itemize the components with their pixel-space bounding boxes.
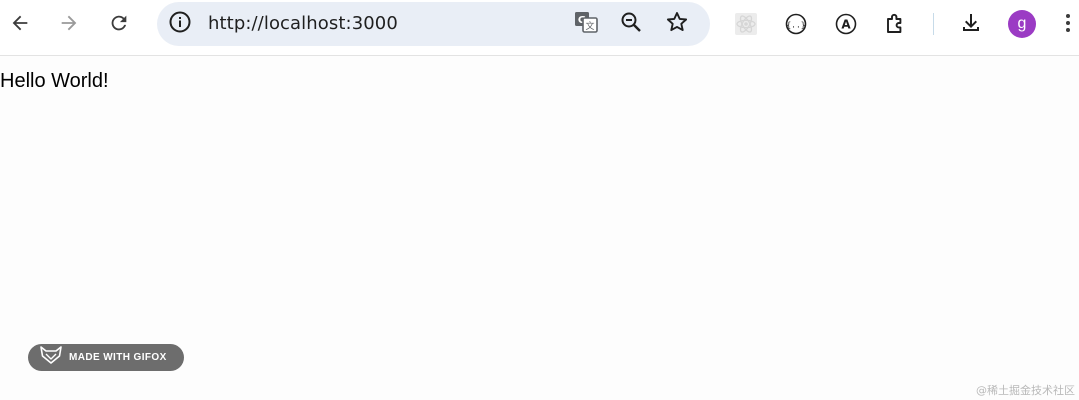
browser-toolbar: http://localhost:3000 G 文 {..} A g	[0, 0, 1079, 56]
reload-icon	[108, 12, 130, 34]
arrow-right-icon	[58, 12, 80, 34]
svg-text:{..}: {..}	[786, 21, 805, 30]
browser-window: http://localhost:3000 G 文 {..} A g Hello…	[0, 0, 1079, 400]
watermark-text: @稀土掘金技术社区	[976, 384, 1075, 397]
site-info-button[interactable]	[167, 11, 193, 37]
toolbar-divider	[933, 13, 934, 35]
downloads-button[interactable]	[953, 5, 989, 41]
forward-button[interactable]	[51, 5, 87, 41]
address-bar[interactable]: http://localhost:3000 G 文	[157, 2, 710, 46]
download-icon	[959, 11, 983, 35]
info-icon	[168, 10, 192, 39]
fox-logo-icon	[40, 346, 62, 369]
translate-button[interactable]: G 文	[572, 10, 600, 38]
star-icon	[665, 10, 689, 39]
bookmark-button[interactable]	[663, 10, 691, 38]
profile-avatar[interactable]: g	[1008, 10, 1036, 38]
gifox-badge: MADE WITH GIFOX	[28, 344, 184, 371]
page-body-text: Hello World!	[0, 70, 109, 92]
font-extension-icon: A	[834, 12, 858, 36]
puzzle-extensions-icon	[884, 11, 908, 35]
extension-react-devtools[interactable]	[728, 6, 764, 42]
zoom-out-icon	[619, 10, 643, 39]
zoom-button[interactable]	[617, 10, 645, 38]
browser-menu-button[interactable]	[1054, 5, 1079, 41]
url-text[interactable]: http://localhost:3000	[208, 13, 398, 34]
json-extension-icon: {..}	[784, 12, 808, 36]
extension-json[interactable]: {..}	[778, 6, 814, 42]
svg-text:文: 文	[585, 20, 594, 32]
reload-button[interactable]	[101, 5, 137, 41]
extension-font[interactable]: A	[828, 6, 864, 42]
extensions-button[interactable]	[878, 5, 914, 41]
arrow-left-icon	[9, 12, 31, 34]
svg-text:A: A	[841, 18, 851, 32]
gifox-label: MADE WITH GIFOX	[69, 352, 167, 363]
react-devtools-icon	[734, 12, 758, 36]
back-button[interactable]	[2, 5, 38, 41]
kebab-menu-icon	[1064, 11, 1072, 35]
google-translate-icon: G 文	[573, 9, 599, 40]
